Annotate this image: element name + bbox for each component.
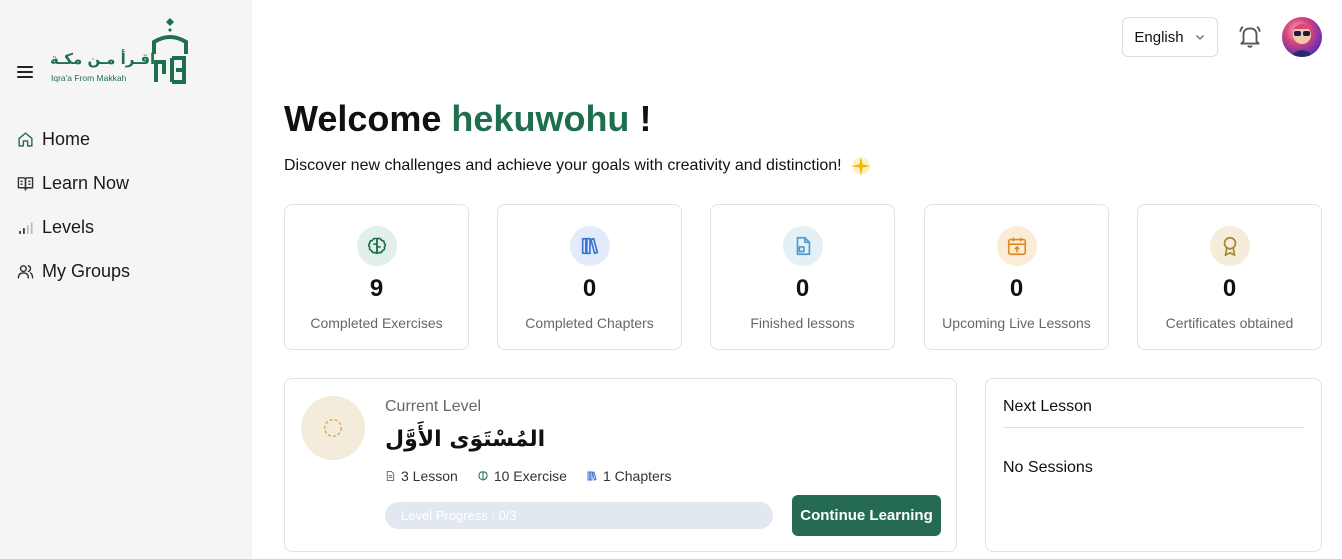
level-lessons: 3 Lesson: [385, 468, 458, 484]
next-lesson-card: Next Lesson No Sessions: [985, 378, 1322, 552]
stat-label: Completed Exercises: [310, 315, 443, 331]
level-chapters-text: 1 Chapters: [602, 468, 672, 484]
books-icon: [587, 471, 597, 481]
next-lesson-empty: No Sessions: [1003, 459, 1093, 476]
calendar-icon: [996, 226, 1037, 266]
brain-icon: [356, 226, 397, 266]
level-exercises-text: 10 Exercise: [493, 468, 567, 484]
book-open-icon: [17, 175, 34, 192]
signal-bars-icon: [17, 219, 34, 236]
document-icon: [782, 226, 823, 266]
subtitle-text: Discover new challenges and achieve your…: [284, 157, 842, 174]
welcome-greeting: Welcome: [284, 98, 442, 139]
stat-card-completed-exercises: 9 Completed Exercises: [284, 204, 469, 350]
current-level-card: Current Level المُسْتَوَى الأَوَّل 3 Les…: [284, 378, 957, 552]
sidebar-item-label: Home: [42, 128, 91, 149]
logo[interactable]: اقـرأ مـن مكـة Iqra'a From Makkah: [50, 18, 192, 84]
sidebar-item-my-groups[interactable]: My Groups: [0, 249, 252, 293]
level-caption: Current Level: [385, 398, 482, 415]
sidebar-item-label: Learn Now: [42, 172, 130, 193]
next-lesson-title: Next Lesson: [1003, 398, 1092, 415]
stat-value: 0: [1222, 275, 1237, 302]
stat-card-upcoming-live-lessons: 0 Upcoming Live Lessons: [924, 204, 1109, 350]
stat-value: 9: [369, 275, 384, 302]
level-progress-bar: Level Progress : 0/3: [385, 502, 773, 529]
level-chapters: 1 Chapters: [586, 468, 671, 484]
level-lessons-text: 3 Lesson: [401, 468, 458, 484]
sidebar-nav: Home Learn Now Levels My Groups: [0, 117, 252, 293]
stat-label: Finished lessons: [750, 315, 855, 331]
brain-icon: [478, 471, 488, 481]
sidebar-item-levels[interactable]: Levels: [0, 205, 252, 249]
sidebar-item-home[interactable]: Home: [0, 117, 252, 161]
logo-arabic-text: اقـرأ مـن مكـة: [50, 50, 156, 68]
user-avatar[interactable]: [1282, 17, 1322, 57]
welcome-exclaim: !: [639, 98, 652, 139]
stat-label: Certificates obtained: [1165, 315, 1294, 331]
stat-value: 0: [1009, 275, 1024, 302]
users-icon: [17, 263, 34, 280]
stat-label: Upcoming Live Lessons: [942, 315, 1091, 331]
sidebar-item-label: My Groups: [42, 260, 131, 281]
stat-value: 0: [582, 275, 597, 302]
document-icon: [386, 470, 395, 482]
sidebar-item-learn-now[interactable]: Learn Now: [0, 161, 252, 205]
level-progress-text: Level Progress : 0/3: [401, 508, 517, 523]
award-icon: [1209, 226, 1250, 266]
logo-english-text: Iqra'a From Makkah: [51, 73, 127, 83]
continue-learning-button[interactable]: Continue Learning: [792, 495, 941, 536]
level-name: المُسْتَوَى الأَوَّل: [385, 427, 546, 452]
sparkle-icon: [850, 156, 871, 176]
menu-icon[interactable]: [17, 66, 33, 80]
language-select[interactable]: English: [1122, 17, 1218, 57]
username: hekuwohu: [451, 98, 630, 139]
level-meta: 3 Lesson 10 Exercise 1 Chapters: [385, 468, 690, 484]
stat-label: Completed Chapters: [525, 315, 654, 331]
stat-card-finished-lessons: 0 Finished lessons: [710, 204, 895, 350]
logo-mark-icon: [152, 18, 188, 84]
home-icon: [17, 131, 34, 148]
stat-card-certificates-obtained: 0 Certificates obtained: [1137, 204, 1322, 350]
sidebar-item-label: Levels: [42, 216, 95, 237]
divider: [1003, 427, 1305, 428]
page-subtitle: Discover new challenges and achieve your…: [284, 153, 874, 179]
books-icon: [569, 226, 610, 266]
stat-value: 0: [795, 275, 810, 302]
bell-icon[interactable]: [1237, 23, 1263, 49]
page-title: Welcome hekuwohu !: [284, 98, 651, 140]
level-badge-icon: [301, 396, 365, 460]
sidebar: اقـرأ مـن مكـة Iqra'a From Makkah Home L…: [0, 0, 252, 559]
language-value: English: [1134, 28, 1184, 46]
stat-card-completed-chapters: 0 Completed Chapters: [497, 204, 682, 350]
level-exercises: 10 Exercise: [477, 468, 567, 484]
chevron-down-icon: [1195, 35, 1204, 40]
